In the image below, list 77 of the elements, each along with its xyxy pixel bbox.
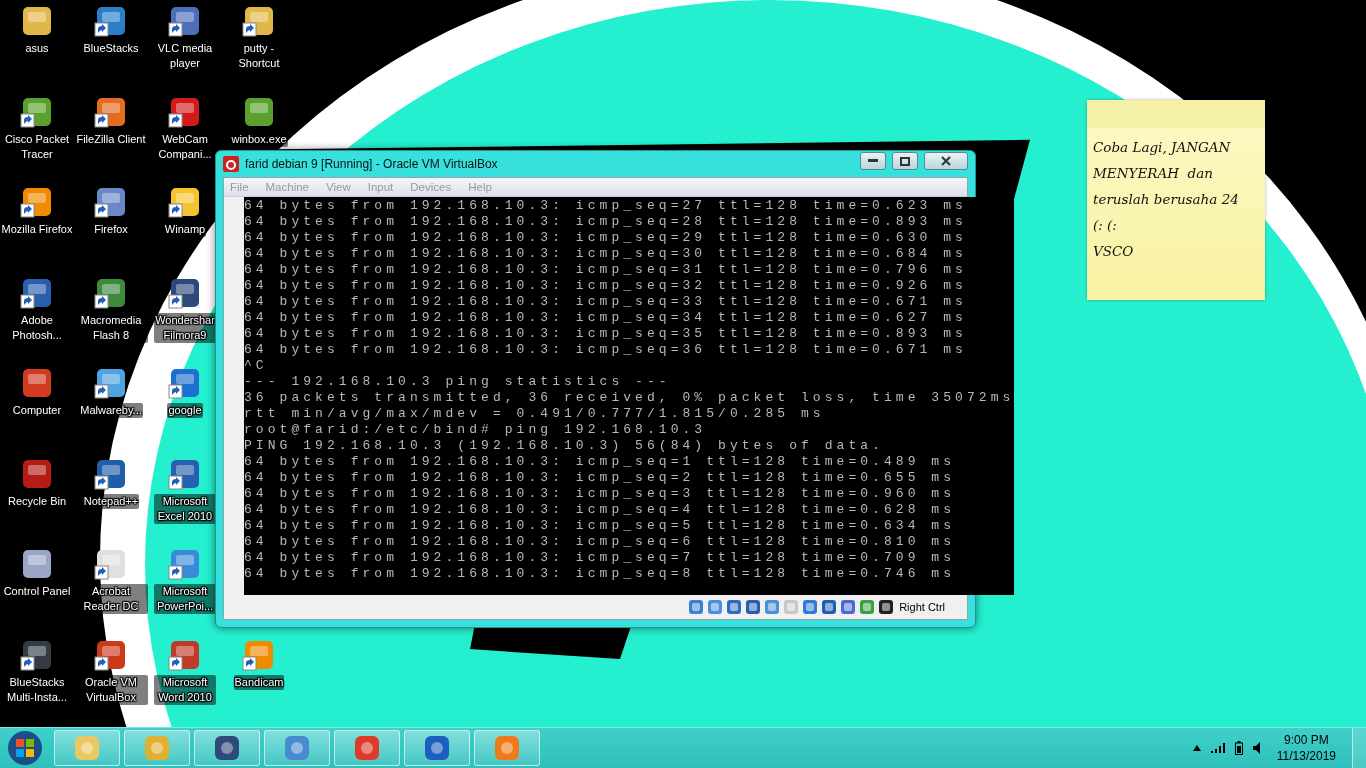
taskbar-button[interactable] [334, 730, 400, 766]
clock-date[interactable]: 11/13/2019 [1276, 748, 1336, 764]
note-text: teruslah berusaha 24 [1093, 190, 1240, 209]
terminal-line: 64 bytes from 192.168.10.3: icmp_seq=35 ttl=128 time=0.893 ms [244, 326, 968, 342]
app-icon[interactable] [20, 366, 54, 400]
terminal-line: 64 bytes from 192.168.10.3: icmp_seq=6 ttl=128 time=0.810 ms [244, 534, 957, 550]
app-icon [73, 734, 101, 762]
app-icon [213, 734, 241, 762]
app-icon [283, 734, 311, 762]
shortcut-icon[interactable] [20, 185, 54, 219]
close-button[interactable] [924, 152, 968, 170]
terminal-line: 36 packets transmitted, 36 received, 0% packet loss, time 35072ms [244, 390, 1015, 406]
icon-label[interactable]: Microsoft Word 2010 [154, 674, 216, 705]
shortcut-icon[interactable] [242, 4, 276, 38]
terminal-line: rtt min/avg/max/mdev = 0.491/0.777/1.815/0.285 ms [244, 406, 826, 422]
terminal-line: 64 bytes from 192.168.10.3: icmp_seq=32 ttl=128 time=0.926 ms [244, 278, 968, 294]
icon-label[interactable]: Microsoft Excel 2010 [154, 493, 216, 524]
terminal-line: 64 bytes from 192.168.10.3: icmp_seq=5 ttl=128 time=0.634 ms [244, 518, 957, 534]
icon-label[interactable]: Computer [11, 403, 63, 418]
icon-label[interactable]: VLC media player [154, 41, 216, 71]
icon-label[interactable]: Microsoft PowerPoi... [154, 584, 216, 614]
note-text: VSCO [1093, 242, 1135, 261]
icon-label[interactable]: Bandicam [233, 674, 285, 690]
terminal-line: 64 bytes from 192.168.10.3: icmp_seq=30 ttl=128 time=0.684 ms [244, 246, 968, 262]
taskbar-button[interactable] [194, 730, 260, 766]
shortcut-icon[interactable] [94, 366, 128, 400]
note-text: (: (: [1093, 216, 1118, 235]
terminal-line: 64 bytes from 192.168.10.3: icmp_seq=4 ttl=128 time=0.628 ms [244, 502, 957, 518]
host-key-label: Right Ctrl [899, 601, 945, 613]
app-icon [223, 156, 239, 172]
windows-logo-icon [7, 730, 43, 766]
battery-icon[interactable] [1234, 741, 1243, 755]
note-text: MENYERAH dan [1093, 164, 1214, 183]
terminal-line: root@farid:/etc/bind# ping 192.168.10.3 [244, 422, 708, 438]
status-icon[interactable] [878, 599, 895, 615]
minimize-button[interactable] [860, 152, 886, 170]
shortcut-icon[interactable] [168, 4, 202, 38]
taskbar-button[interactable] [404, 730, 470, 766]
window-title: farid debian 9 [Running] - Oracle VM VirtualBox [245, 157, 499, 171]
sticky-note[interactable]: Coba Lagi, JANGAN MENYERAH dan teruslah berusaha 24 (: (: VSCO [1087, 100, 1265, 300]
terminal-line: 64 bytes from 192.168.10.3: icmp_seq=29 ttl=128 time=0.630 ms [244, 230, 968, 246]
shortcut-icon[interactable] [94, 4, 128, 38]
terminal-line: 64 bytes from 192.168.10.3: icmp_seq=8 ttl=128 time=0.746 ms [244, 566, 957, 582]
terminal-line: 64 bytes from 192.168.10.3: icmp_seq=1 ttl=128 time=0.489 ms [244, 454, 957, 470]
terminal-line: 64 bytes from 192.168.10.3: icmp_seq=2 ttl=128 time=0.655 ms [244, 470, 957, 486]
terminal-line: 64 bytes from 192.168.10.3: icmp_seq=31 ttl=128 time=0.796 ms [244, 262, 968, 278]
shortcut-icon[interactable] [168, 185, 202, 219]
app-icon[interactable] [20, 547, 54, 581]
maximize-icon [900, 156, 910, 166]
app-icon [353, 734, 381, 762]
minimize-icon [868, 159, 878, 163]
terminal-line: ^C [244, 358, 269, 374]
app-icon [143, 734, 171, 762]
signal-icon[interactable] [1210, 743, 1225, 753]
terminal-line: 64 bytes from 192.168.10.3: icmp_seq=33 ttl=128 time=0.671 ms [244, 294, 968, 310]
clock-time[interactable]: 9:00 PM [1284, 732, 1329, 748]
terminal-line: 64 bytes from 192.168.10.3: icmp_seq=36 ttl=128 time=0.671 ms [244, 342, 968, 358]
terminal-line: 64 bytes from 192.168.10.3: icmp_seq=34 ttl=128 time=0.627 ms [244, 310, 968, 326]
terminal-line: PING 192.168.10.3 (192.168.10.3) 56(84) bytes of data. [244, 438, 885, 454]
terminal-line: 64 bytes from 192.168.10.3: icmp_seq=27 ttl=128 time=0.623 ms [244, 198, 968, 214]
icon-label[interactable]: google [167, 403, 203, 418]
app-icon [423, 734, 451, 762]
volume-icon[interactable] [1252, 742, 1261, 754]
terminal-line: 64 bytes from 192.168.10.3: icmp_seq=3 ttl=128 time=0.960 ms [244, 486, 957, 502]
terminal-line: 64 bytes from 192.168.10.3: icmp_seq=28 ttl=128 time=0.893 ms [244, 214, 968, 230]
app-icon [493, 734, 521, 762]
icon-label[interactable]: Winamp [163, 222, 207, 237]
note-text: Coba Lagi, JANGAN [1093, 138, 1232, 157]
shortcut-icon[interactable] [94, 547, 128, 581]
terminal-line: 64 bytes from 192.168.10.3: icmp_seq=7 ttl=128 time=0.709 ms [244, 550, 957, 566]
shortcut-icon[interactable] [94, 185, 128, 219]
maximize-button[interactable] [892, 152, 918, 170]
app-icon[interactable] [20, 4, 54, 38]
show-hidden-icons-icon[interactable] [1192, 745, 1201, 751]
icon-label[interactable]: Malwareby... [79, 403, 143, 418]
terminal-line: --- 192.168.10.3 ping statistics --- [244, 374, 672, 390]
close-icon [941, 156, 951, 166]
